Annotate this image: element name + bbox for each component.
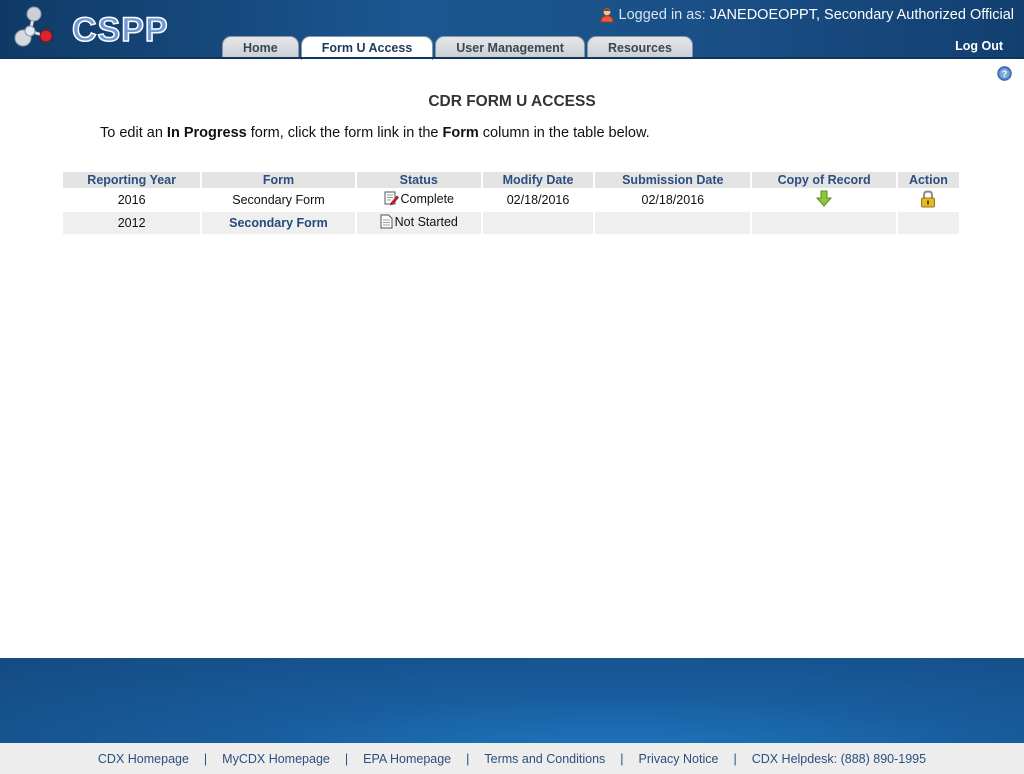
help-icon[interactable]: ? — [997, 66, 1012, 81]
col-header-submission-date[interactable]: Submission Date — [595, 172, 751, 188]
download-arrow-icon[interactable] — [816, 190, 833, 207]
tab-home[interactable]: Home — [222, 36, 299, 59]
page-title: CDR FORM U ACCESS — [428, 93, 596, 110]
cell-year: 2016 — [117, 193, 146, 207]
instructions-middle: form, click the form link in the — [246, 125, 443, 141]
col-header-action[interactable]: Action — [897, 172, 959, 188]
col-header-status[interactable]: Status — [356, 172, 481, 188]
cell-copy-of-record — [752, 189, 895, 211]
table-row: 2016 Secondary Form Complete 02/18/2016 … — [63, 189, 959, 211]
svg-text:?: ? — [1002, 69, 1008, 79]
footer-link-helpdesk[interactable]: CDX Helpdesk: (888) 890-1995 — [752, 752, 926, 766]
footer-link-epa-homepage[interactable]: EPA Homepage — [363, 752, 451, 766]
secondary-form-link[interactable]: Secondary Form — [229, 216, 328, 230]
logged-in-label: Logged in as: — [618, 7, 706, 23]
status-text: Complete — [400, 192, 455, 206]
tab-form-u-access[interactable]: Form U Access — [300, 36, 434, 60]
cell-action — [898, 189, 959, 211]
instructions-prefix: To edit an — [100, 125, 167, 141]
col-header-modify-date[interactable]: Modify Date — [482, 172, 594, 188]
instructions-in-progress: In Progress — [166, 125, 247, 141]
cell-status: Complete — [357, 189, 481, 211]
forms-table: Reporting Year Form Status Modify Date S… — [61, 171, 961, 235]
app-name: CSPP — [71, 10, 169, 50]
instructions-suffix: column in the table below. — [478, 125, 650, 141]
user-icon — [600, 8, 613, 23]
cell-action — [897, 212, 959, 234]
col-header-reporting-year[interactable]: Reporting Year — [63, 172, 201, 188]
cell-form: Secondary Form — [202, 212, 355, 234]
lock-icon[interactable] — [920, 189, 936, 208]
logout-link[interactable]: Log Out — [955, 39, 1003, 53]
cell-modify-date — [482, 212, 594, 234]
header-bar: CSPP Logged in as: JANEDOEOPPT, Secondar… — [0, 0, 1024, 60]
footer-separator: | — [620, 751, 624, 766]
footer-separator: | — [466, 751, 470, 766]
cell-year: 2012 — [63, 212, 201, 234]
edit-document-icon — [384, 191, 399, 206]
status-text: Not Started — [394, 215, 458, 229]
col-header-form[interactable]: Form — [202, 172, 355, 188]
instructions-form: Form — [442, 125, 479, 141]
cell-form: Secondary Form — [232, 193, 325, 207]
tab-resources[interactable]: Resources — [586, 36, 693, 59]
footer-link-terms[interactable]: Terms and Conditions — [484, 752, 605, 766]
cell-status: Not Started — [356, 212, 481, 234]
footer-link-privacy[interactable]: Privacy Notice — [639, 752, 719, 766]
footer-banner — [0, 658, 1024, 743]
col-header-copy-of-record[interactable]: Copy of Record — [752, 172, 896, 188]
cell-submission-date: 02/18/2016 — [641, 193, 705, 207]
current-user: JANEDOEOPPT, Secondary Authorized Offici… — [709, 7, 1014, 23]
logged-in-info: Logged in as: JANEDOEOPPT, Secondary Aut… — [599, 7, 1014, 23]
table-header-row: Reporting Year Form Status Modify Date S… — [63, 172, 959, 188]
footer-link-cdx-homepage[interactable]: CDX Homepage — [98, 752, 189, 766]
tab-user-management[interactable]: User Management — [435, 36, 585, 59]
document-icon — [380, 214, 393, 229]
cell-modify-date: 02/18/2016 — [506, 193, 570, 207]
molecule-logo-icon — [14, 6, 53, 47]
table-row: 2012 Secondary Form Not Started — [63, 212, 959, 234]
instructions-text: To edit an In Progress form, click the f… — [100, 125, 650, 141]
footer-separator: | — [733, 751, 737, 766]
footer-separator: | — [203, 751, 208, 766]
cell-submission-date — [595, 212, 751, 234]
footer-separator: | — [344, 751, 349, 766]
nav-tabs: Home Form U Access User Management Resou… — [222, 36, 695, 60]
footer-link-mycdx-homepage[interactable]: MyCDX Homepage — [222, 752, 330, 766]
footer-links: CDX Homepage | MyCDX Homepage | EPA Home… — [0, 743, 1024, 774]
cspp-logo[interactable]: CSPP — [12, 5, 168, 50]
cell-copy-of-record — [752, 212, 896, 234]
